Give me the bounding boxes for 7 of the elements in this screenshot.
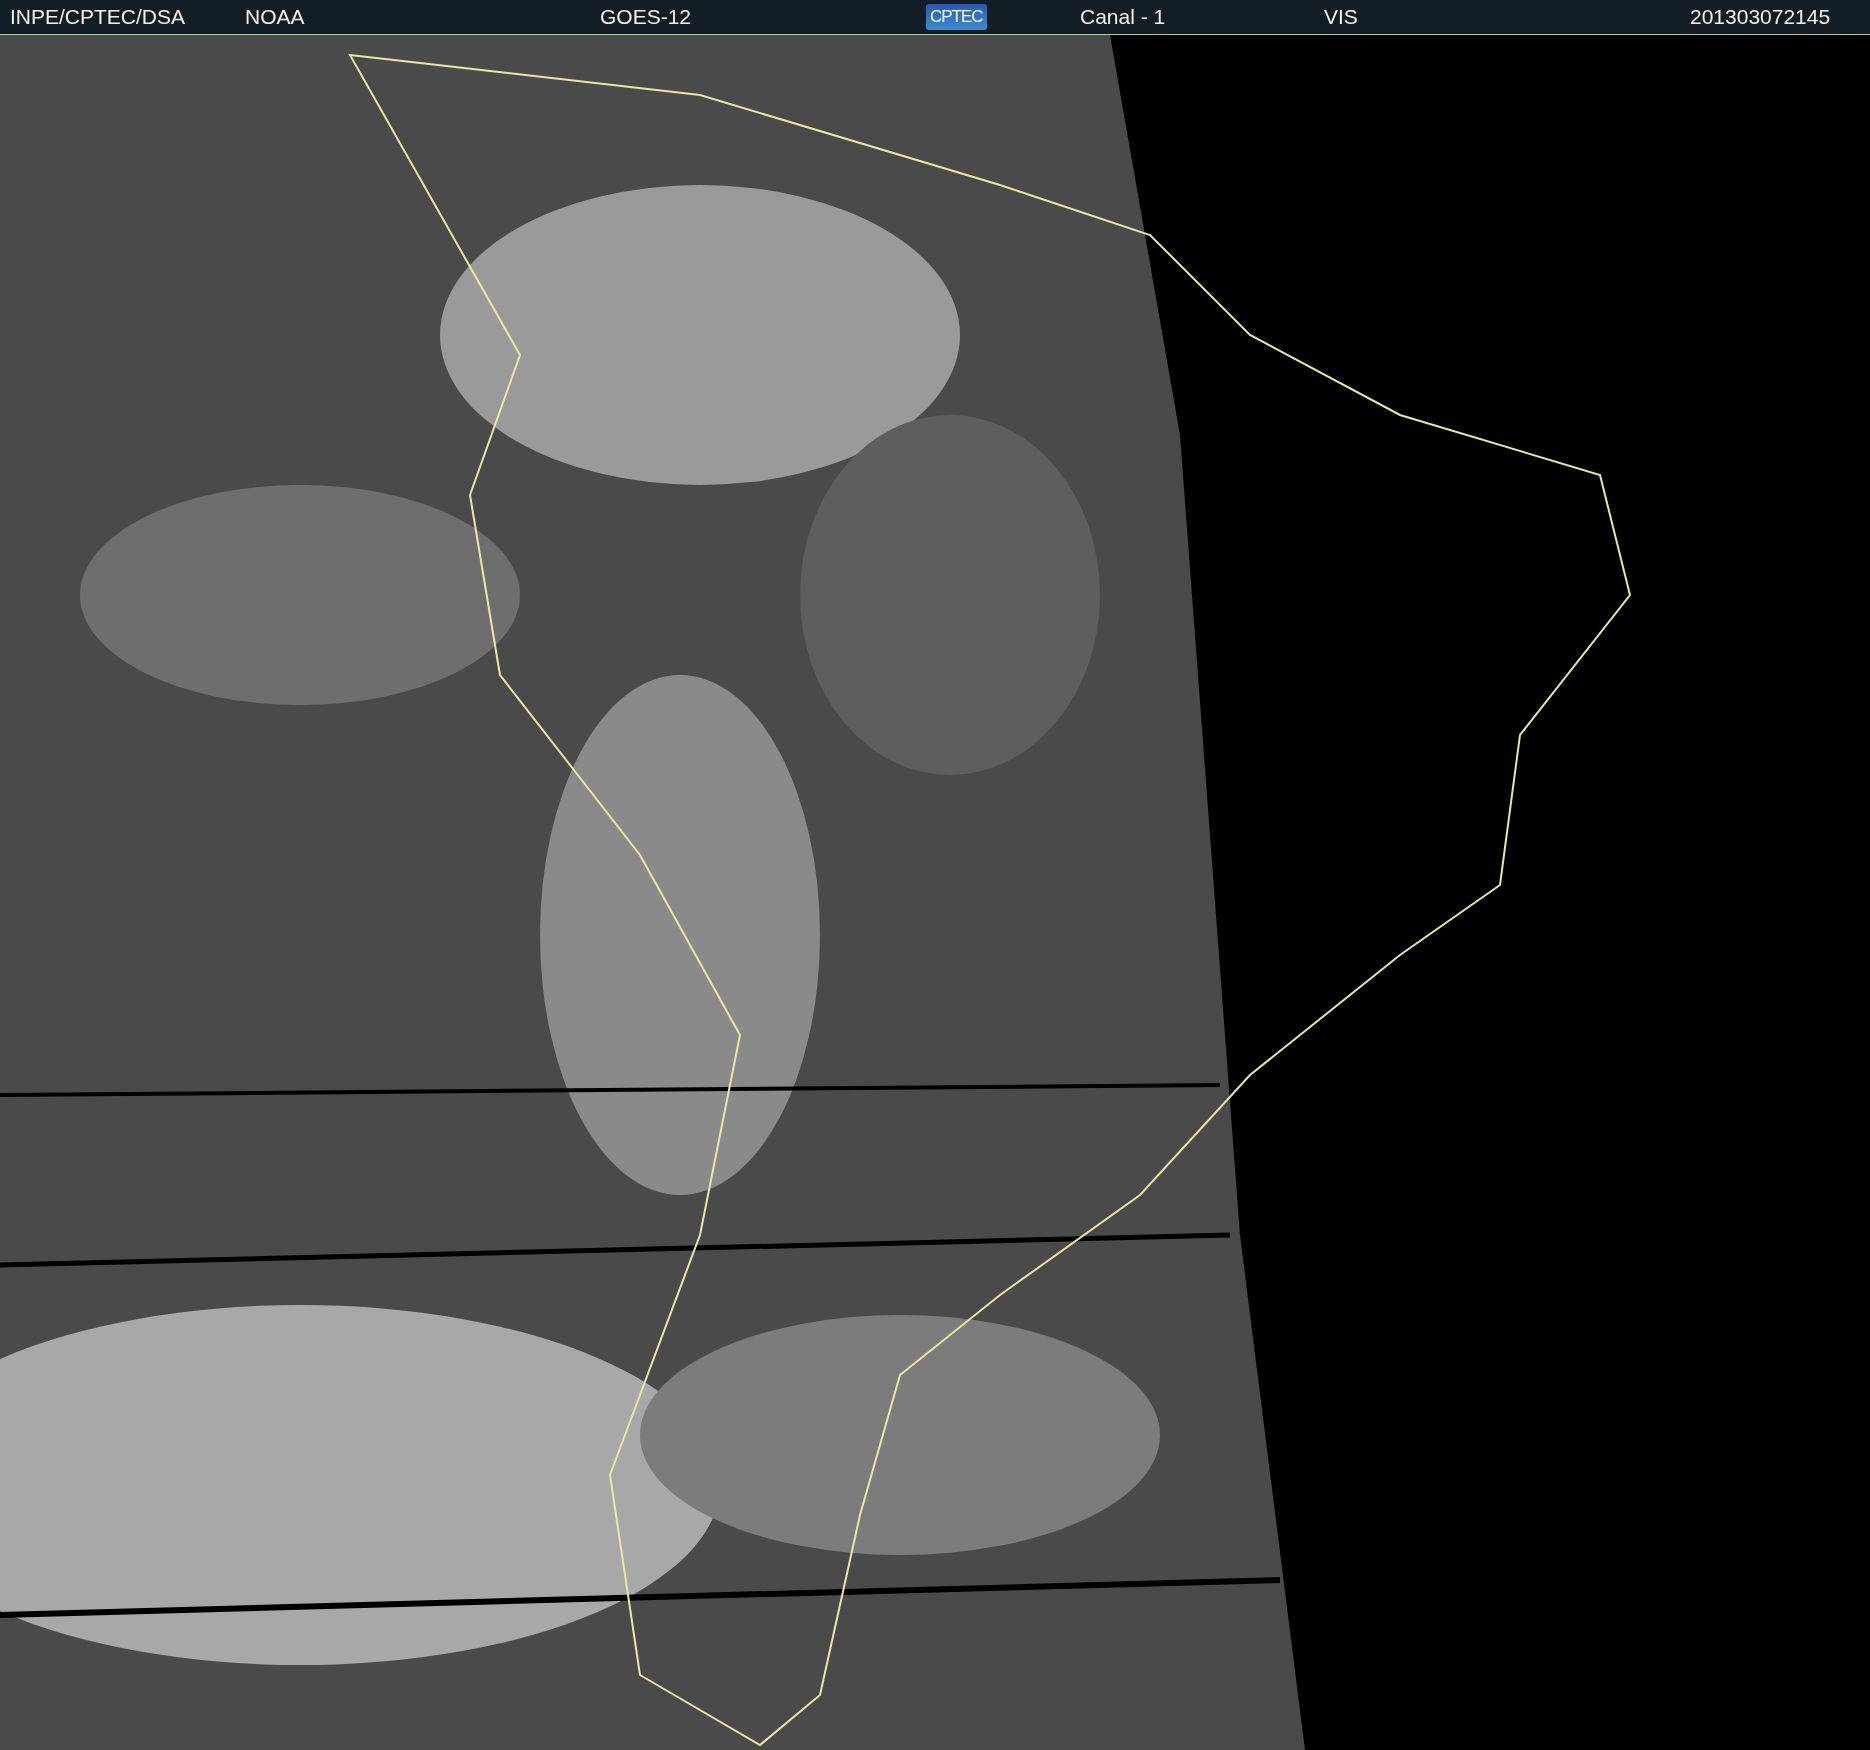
satellite-label: GOES-12	[600, 5, 692, 29]
logo: CPTEC	[926, 4, 987, 30]
agency-label: NOAA	[245, 5, 305, 29]
timestamp-label: 201303072145	[1690, 5, 1831, 29]
source-label: INPE/CPTEC/DSA	[10, 5, 186, 29]
band-label: VIS	[1324, 5, 1358, 29]
channel-label: Canal - 1	[1080, 5, 1166, 29]
